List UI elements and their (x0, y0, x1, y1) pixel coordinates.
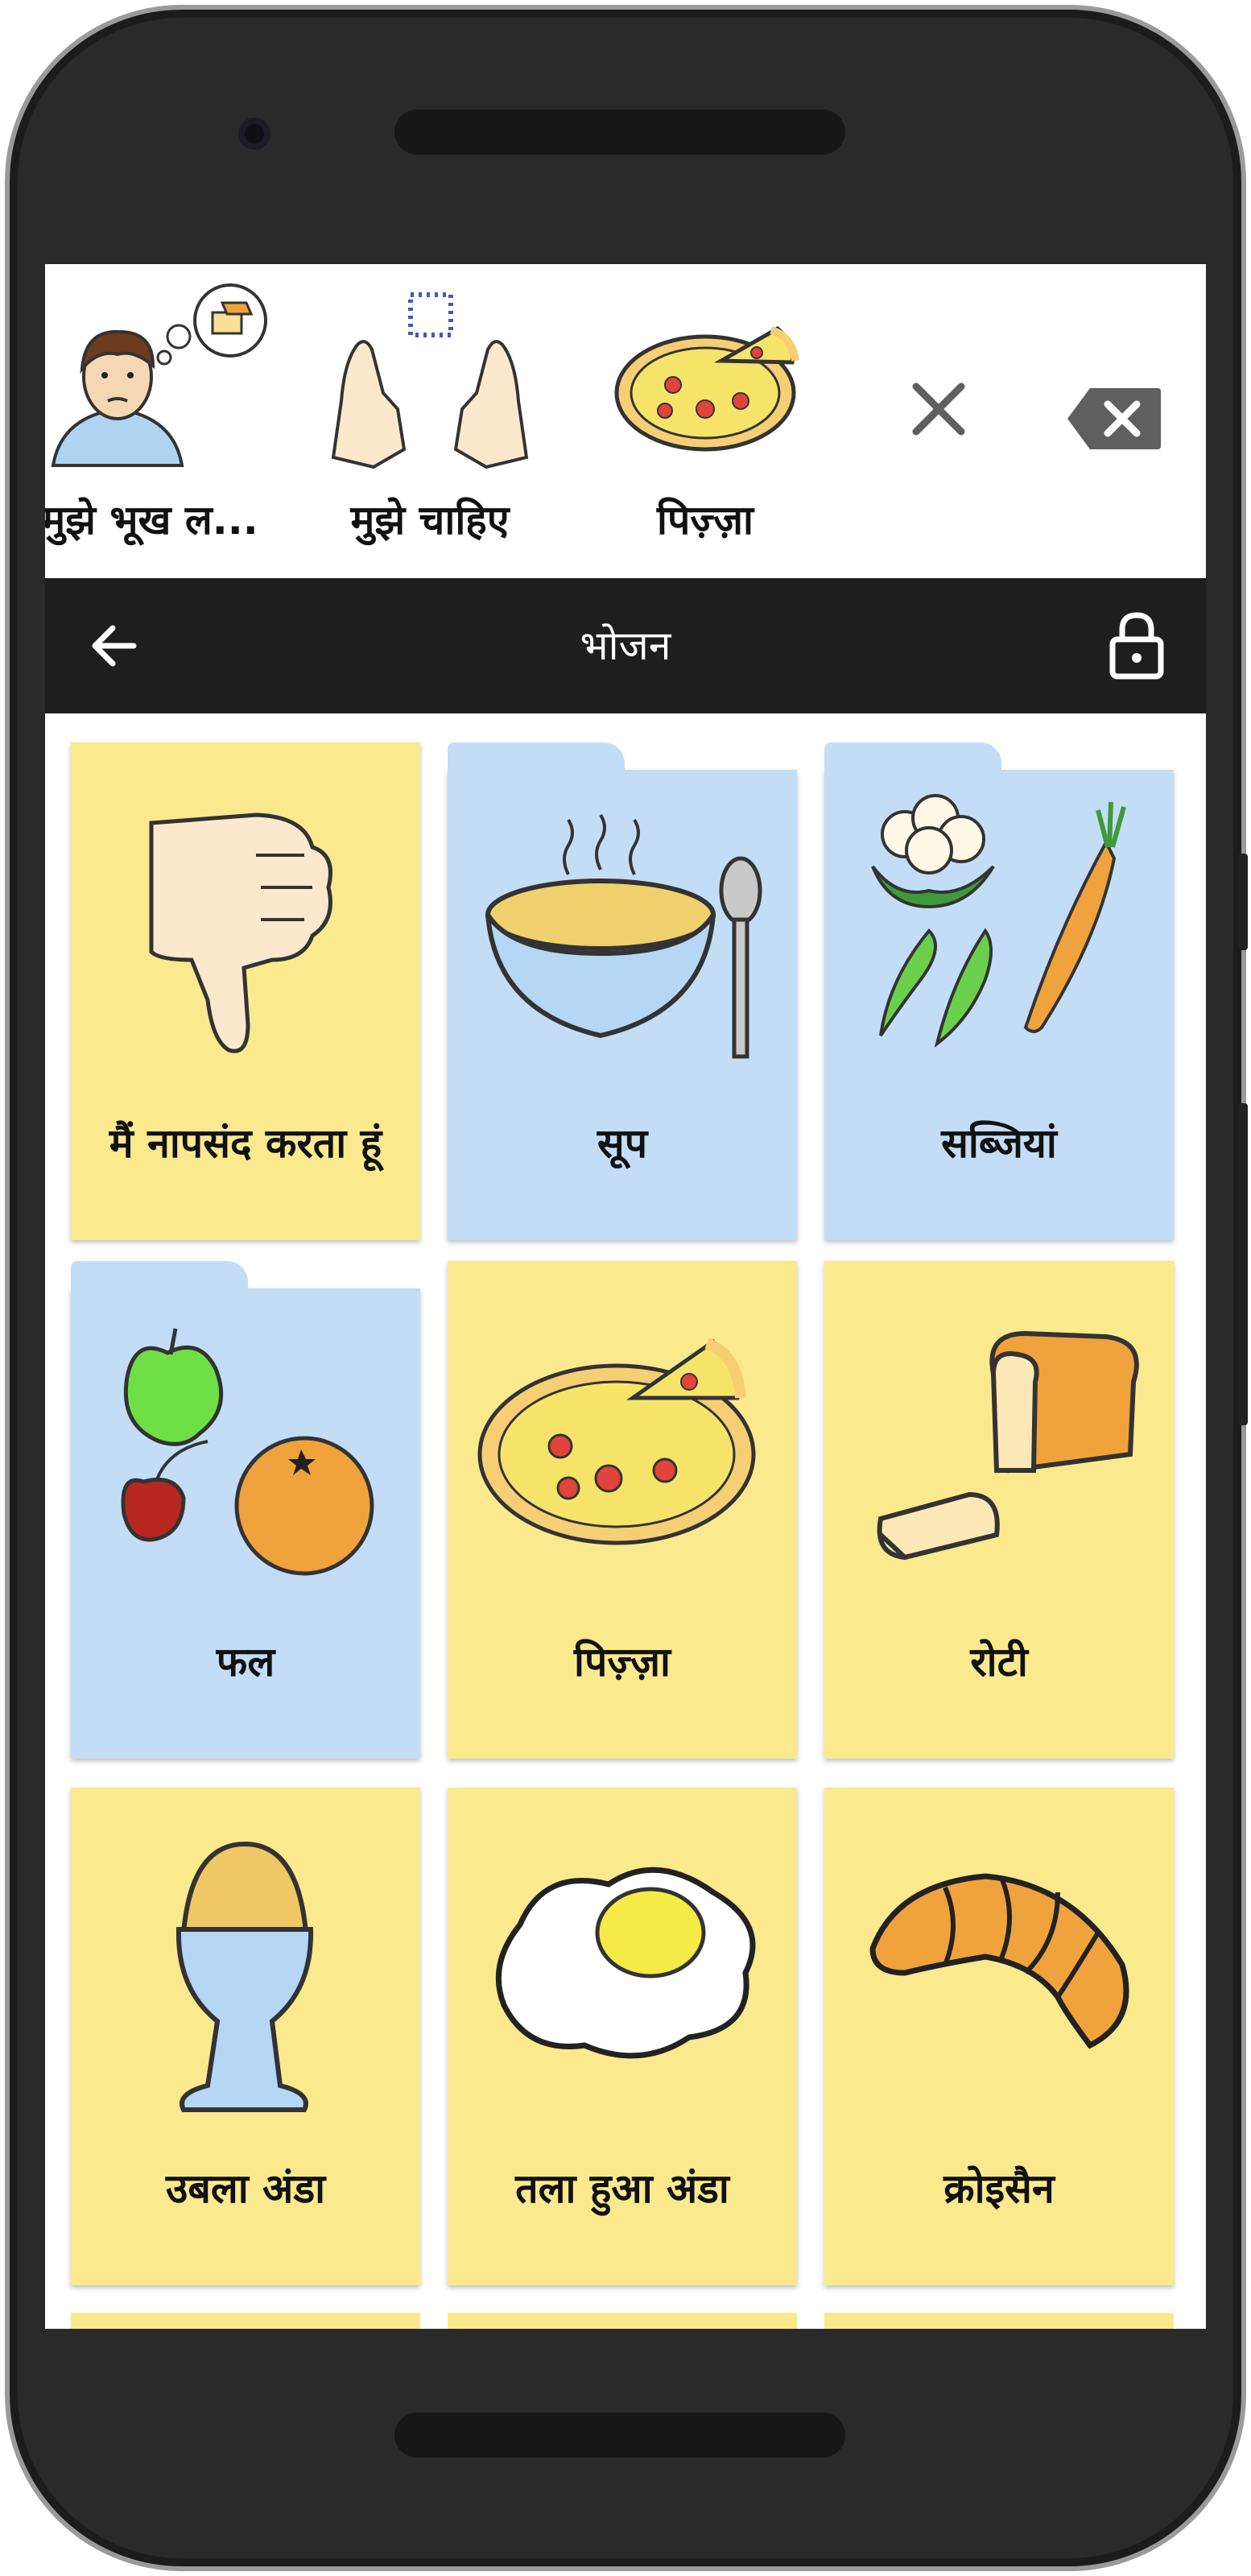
app-screen: मुझे भूख ल... मुझे चाहिए पिज़्ज़ा भोजन म… (45, 264, 1206, 2329)
tile-label: मैं नापसंद करता हूं (109, 1120, 382, 1167)
tile-bread[interactable]: रोटी (824, 1261, 1174, 1759)
boiled-egg-icon (175, 1841, 314, 2112)
message-item-label: पिज़्ज़ा (657, 497, 753, 544)
tile-label: सब्जियां (941, 1120, 1057, 1167)
tile-label: तला हुआ अंडा (515, 2165, 729, 2212)
front-camera (238, 118, 270, 150)
board-navbar: भोजन (45, 578, 1206, 713)
croissant-icon (869, 1873, 1129, 2049)
soup-bowl-icon (485, 813, 762, 1059)
tile-boiled-egg[interactable]: उबला अंडा (71, 1788, 420, 2285)
lock-icon[interactable] (1104, 610, 1169, 680)
tile-dislike[interactable]: मैं नापसंद करता हूं (71, 742, 420, 1240)
message-bar[interactable]: मुझे भूख ल... मुझे चाहिए पिज़्ज़ा (45, 264, 1206, 578)
bread-icon (877, 1330, 1139, 1561)
tile-label: सूप (597, 1120, 648, 1167)
hungry-person-icon (51, 283, 267, 467)
tile-fried-egg[interactable]: तला हुआ अंडा (448, 1788, 797, 2285)
thumbs-down-icon (149, 812, 332, 1053)
message-item-want[interactable]: मुझे चाहिए (309, 280, 551, 570)
tile-next-row-peek (824, 2313, 1174, 2329)
close-icon[interactable] (898, 369, 979, 449)
want-hands-icon (331, 292, 529, 469)
pizza-icon (477, 1338, 756, 1545)
fruits-icon (121, 1328, 374, 1576)
board-title: भोजन (580, 622, 671, 669)
tile-label: फल (216, 1639, 275, 1685)
backspace-icon[interactable] (1066, 385, 1162, 453)
message-item-label: मुझे भूख ल... (45, 497, 258, 544)
message-item-hungry[interactable]: मुझे भूख ल... (45, 280, 270, 570)
pizza-icon (614, 325, 799, 452)
tile-next-row-peek (71, 2313, 420, 2329)
bottom-speaker (394, 2413, 845, 2458)
tile-pizza[interactable]: पिज़्ज़ा (448, 1261, 797, 1759)
tile-label: रोटी (970, 1639, 1028, 1685)
tile-folder-vegetables[interactable]: सब्जियां (824, 742, 1174, 1240)
tile-label: क्रोइसैन (943, 2165, 1055, 2212)
vegetables-icon (871, 794, 1126, 1048)
power-button (1238, 854, 1248, 950)
tile-next-row-peek (448, 2313, 797, 2329)
tile-label: पिज़्ज़ा (574, 1639, 671, 1685)
earpiece-speaker (394, 110, 845, 155)
tile-folder-soup[interactable]: सूप (448, 742, 797, 1240)
message-item-pizza[interactable]: पिज़्ज़ा (584, 280, 826, 570)
message-item-label: मुझे चाहिए (350, 497, 510, 544)
tile-folder-fruits[interactable]: फल (71, 1261, 420, 1759)
arrow-back-icon[interactable] (85, 617, 143, 675)
fried-egg-icon (495, 1867, 756, 2059)
volume-button (1238, 1103, 1248, 1425)
tile-label: उबला अंडा (165, 2165, 326, 2212)
tile-grid: मैं नापसंद करता हूं सूप सब्जियां फल पिज़… (45, 713, 1206, 2329)
tile-croissant[interactable]: क्रोइसैन (824, 1788, 1174, 2285)
